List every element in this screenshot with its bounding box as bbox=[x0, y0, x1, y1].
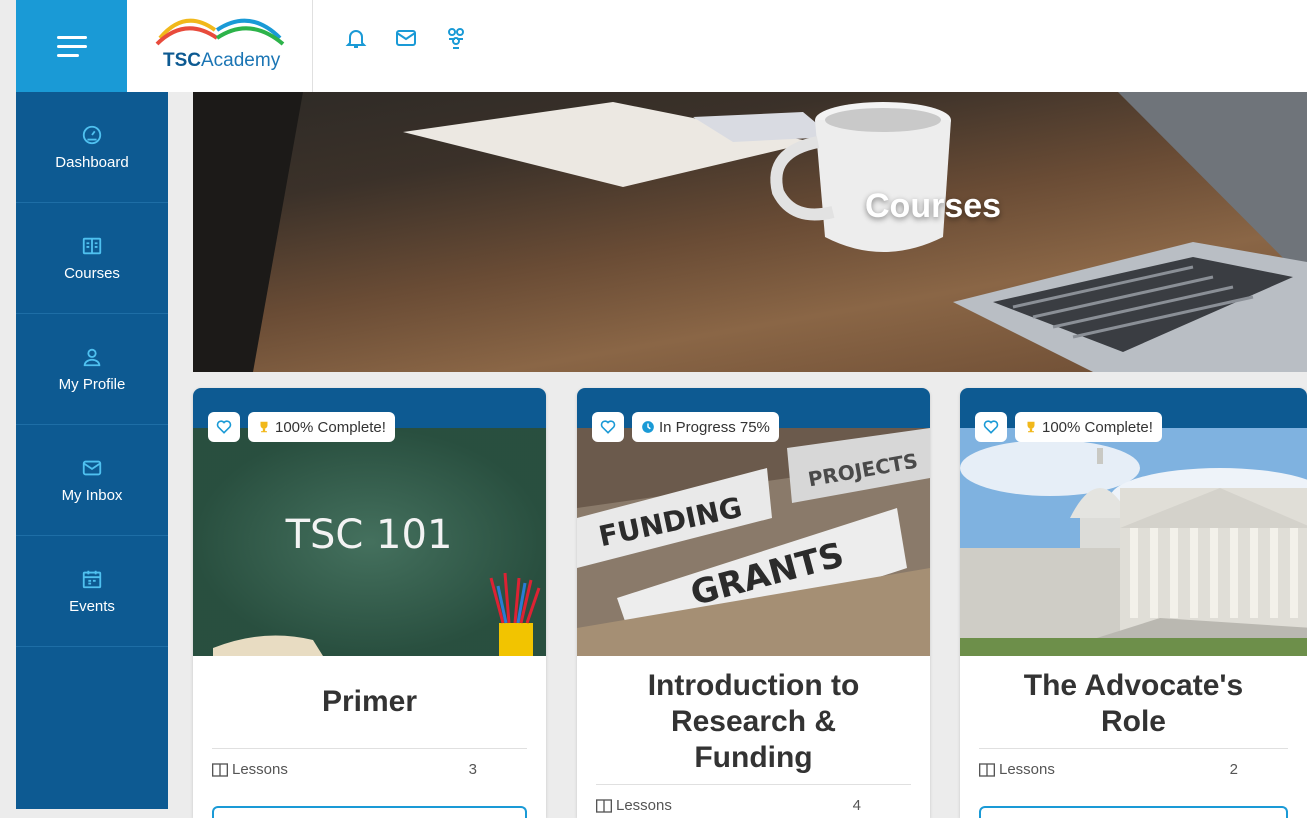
top-icon-group bbox=[344, 26, 468, 50]
status-badge: 100% Complete! bbox=[1015, 412, 1162, 442]
lessons-label: Lessons bbox=[999, 761, 1055, 778]
book-icon bbox=[596, 798, 612, 813]
sidebar-item-my-profile[interactable]: My Profile bbox=[16, 314, 168, 425]
favorite-heart-button[interactable] bbox=[208, 412, 240, 442]
mail-icon[interactable] bbox=[394, 26, 418, 50]
mail-icon bbox=[82, 460, 102, 475]
course-action-button[interactable] bbox=[979, 806, 1288, 818]
hamburger-menu-button[interactable] bbox=[16, 0, 127, 92]
sidebar-item-label: Dashboard bbox=[55, 153, 129, 171]
course-card[interactable]: FUNDING PROJECTS GRANTS In Progress 75% … bbox=[577, 388, 930, 818]
app-frame: TSCAcademy Dashboard Courses My Profile … bbox=[16, 0, 1307, 818]
sidebar-item-label: Events bbox=[69, 597, 115, 615]
book-icon bbox=[212, 762, 228, 777]
logo-light: Academy bbox=[201, 50, 281, 71]
lessons-row: Lessons 4 bbox=[596, 784, 911, 814]
lessons-count: 3 bbox=[468, 761, 477, 778]
status-text: In Progress 75% bbox=[659, 418, 770, 436]
lessons-count: 2 bbox=[1229, 761, 1238, 778]
chalkboard-image: TSC 101 bbox=[193, 428, 546, 656]
sidebar-item-events[interactable]: Events bbox=[16, 536, 168, 647]
calendar-icon bbox=[82, 570, 102, 588]
status-badge: In Progress 75% bbox=[632, 412, 779, 442]
course-action-button[interactable] bbox=[212, 806, 527, 818]
favorite-heart-button[interactable] bbox=[592, 412, 624, 442]
bell-icon[interactable] bbox=[344, 26, 368, 50]
trophy-icon bbox=[260, 421, 268, 433]
course-image: TSC 101 bbox=[193, 428, 546, 656]
people-icon[interactable] bbox=[444, 26, 468, 50]
course-title[interactable]: The Advocate's Role bbox=[960, 668, 1307, 740]
sidebar-item-my-inbox[interactable]: My Inbox bbox=[16, 425, 168, 536]
clock-icon bbox=[642, 421, 654, 433]
menu-line bbox=[56, 44, 87, 48]
course-image: FUNDING PROJECTS GRANTS bbox=[577, 428, 930, 656]
lessons-row: Lessons 2 bbox=[979, 748, 1288, 778]
menu-line bbox=[56, 35, 87, 39]
course-card[interactable]: 100% Complete! The Advocate's Role Lesso… bbox=[960, 388, 1307, 818]
logo-text: TSCAcademy bbox=[163, 50, 280, 72]
menu-line bbox=[56, 53, 79, 57]
hero-desk-illustration bbox=[193, 92, 1307, 372]
user-icon bbox=[83, 348, 101, 366]
logo-strong: TSC bbox=[163, 50, 201, 71]
book-icon bbox=[979, 762, 995, 777]
top-bar: TSCAcademy bbox=[16, 0, 1307, 92]
heart-icon bbox=[216, 420, 232, 434]
sidebar: Dashboard Courses My Profile My Inbox Ev… bbox=[16, 92, 168, 809]
course-title[interactable]: Introduction to Research & Funding bbox=[577, 668, 930, 776]
course-title[interactable]: Primer bbox=[193, 684, 546, 720]
lessons-count: 4 bbox=[852, 797, 861, 814]
logo[interactable]: TSCAcademy bbox=[127, 0, 313, 92]
status-text: 100% Complete! bbox=[1042, 418, 1153, 436]
book-icon bbox=[82, 237, 102, 254]
sidebar-item-label: My Profile bbox=[58, 375, 126, 393]
lessons-label: Lessons bbox=[616, 797, 672, 814]
heart-icon bbox=[600, 420, 616, 434]
lessons-row: Lessons 3 bbox=[212, 748, 527, 778]
sidebar-item-courses[interactable]: Courses bbox=[16, 203, 168, 314]
favorite-heart-button[interactable] bbox=[975, 412, 1007, 442]
sidebar-item-dashboard[interactable]: Dashboard bbox=[16, 92, 168, 203]
sidebar-item-label: My Inbox bbox=[61, 486, 123, 504]
course-card[interactable]: TSC 101 100% Complete! Primer Lessons 3 bbox=[193, 388, 546, 818]
card-badges: 100% Complete! bbox=[208, 412, 395, 442]
sidebar-item-label: Courses bbox=[64, 264, 120, 282]
status-text: 100% Complete! bbox=[275, 418, 386, 436]
hero-banner: Courses bbox=[193, 92, 1307, 372]
folders-image: FUNDING PROJECTS GRANTS bbox=[577, 428, 930, 656]
lessons-label: Lessons bbox=[232, 761, 288, 778]
capitol-building-image bbox=[960, 428, 1307, 656]
course-image bbox=[960, 428, 1307, 656]
card-badges: 100% Complete! bbox=[975, 412, 1162, 442]
dashboard-gauge-icon bbox=[82, 125, 102, 144]
page-title: Courses bbox=[865, 187, 1002, 225]
status-badge: 100% Complete! bbox=[248, 412, 395, 442]
heart-icon bbox=[983, 420, 999, 434]
trophy-icon bbox=[1027, 421, 1035, 433]
chalk-text: TSC 101 bbox=[285, 512, 453, 558]
card-badges: In Progress 75% bbox=[592, 412, 779, 442]
logo-arcs-icon bbox=[155, 18, 285, 46]
